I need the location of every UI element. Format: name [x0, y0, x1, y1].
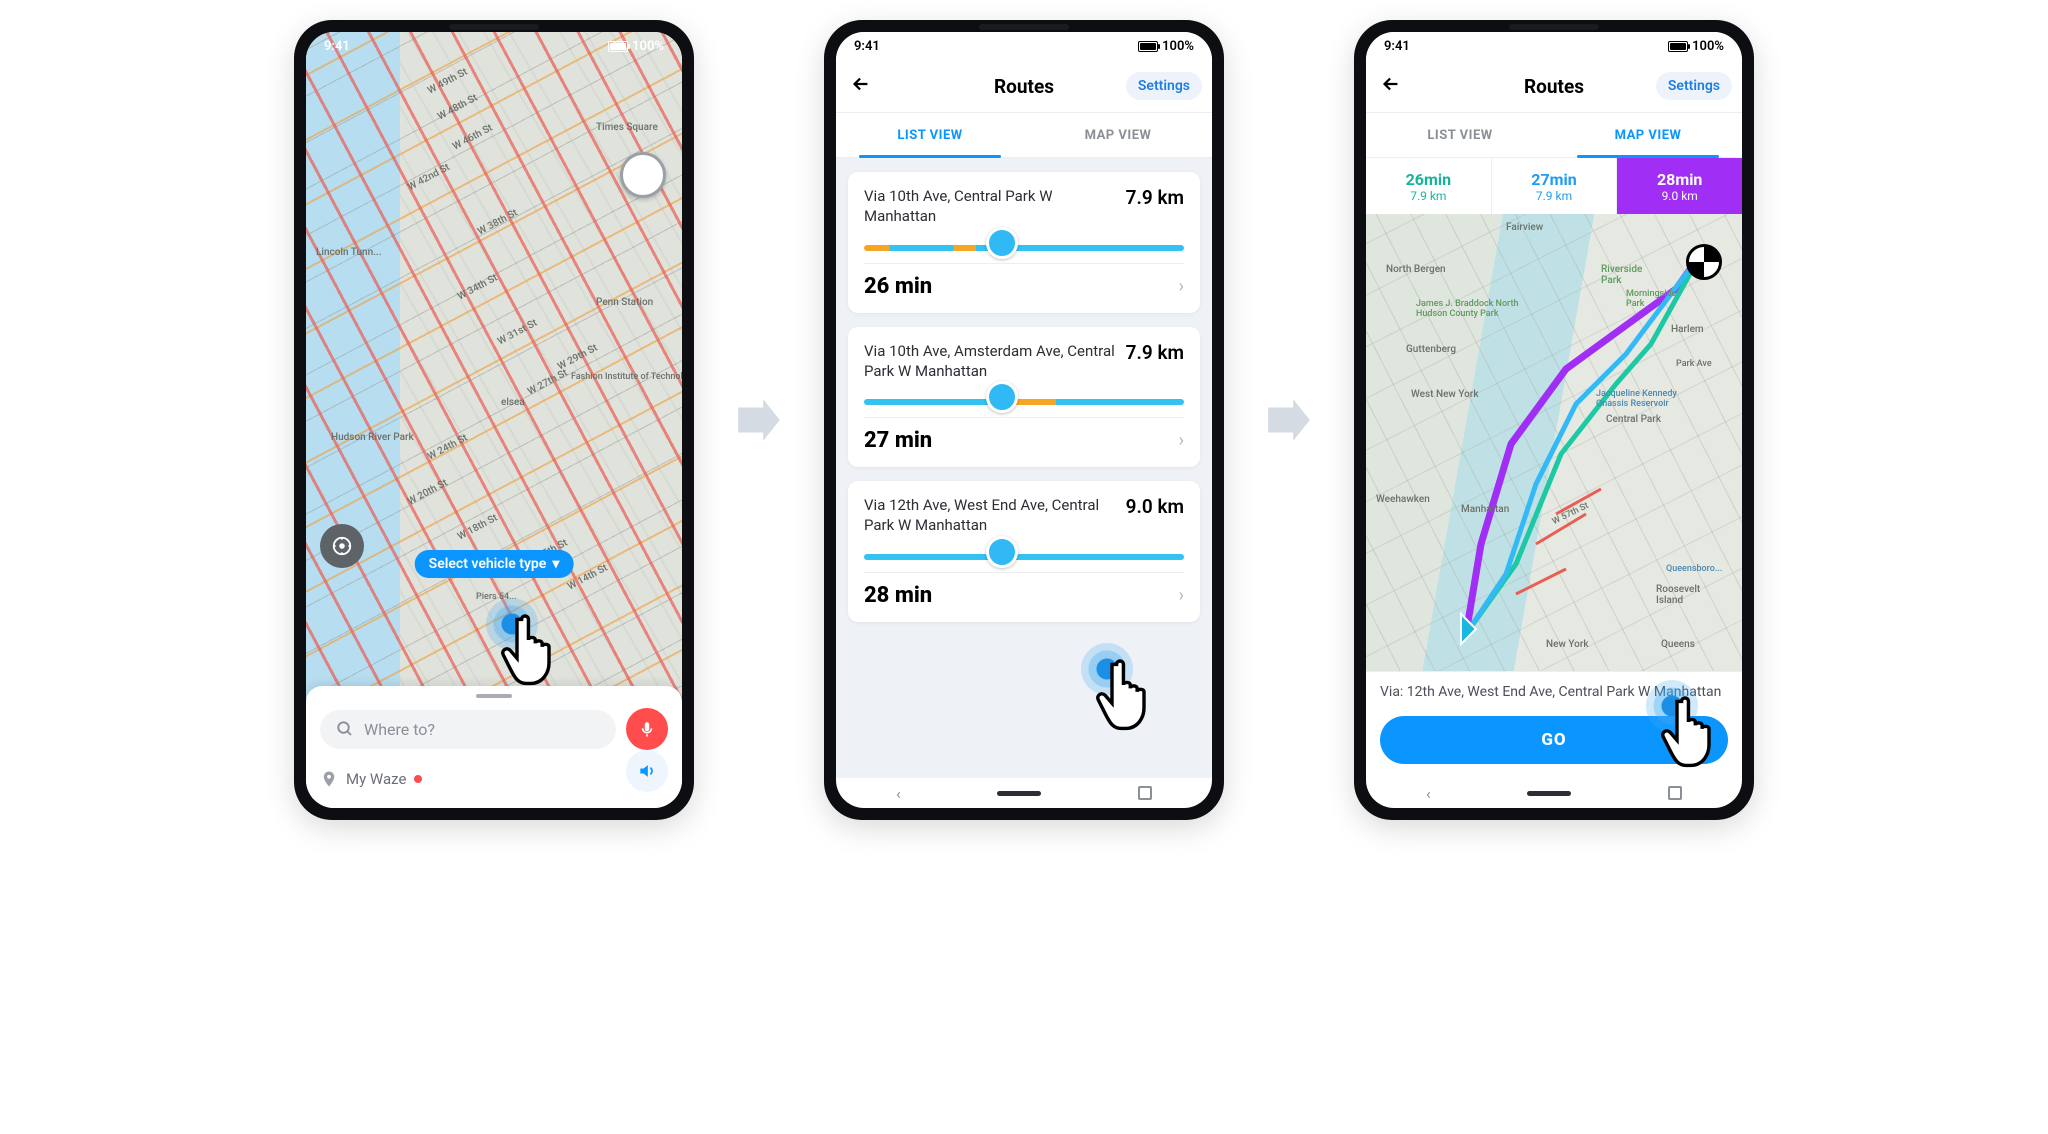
battery-icon: [1138, 41, 1158, 52]
status-bar: 9:41 100%: [306, 32, 682, 60]
route-time: 26 min: [864, 274, 932, 299]
tab-map-view[interactable]: MAP VIEW: [1024, 113, 1212, 157]
android-nav-bar: ‹: [1366, 778, 1742, 808]
route-card[interactable]: Via 10th Ave, Central Park W Manhattan 7…: [848, 172, 1200, 313]
route-distance: 9.0 km: [1126, 495, 1184, 536]
settings-button[interactable]: Settings: [1126, 72, 1202, 100]
pin-icon: [320, 770, 338, 788]
route-time: 27 min: [864, 428, 932, 453]
sound-icon: [637, 761, 657, 781]
drag-handle[interactable]: [476, 694, 512, 698]
nav-home-icon[interactable]: [997, 791, 1041, 796]
select-vehicle-chip[interactable]: Select vehicle type ▾: [415, 550, 574, 578]
police-icon: [986, 536, 1018, 568]
status-time: 9:41: [854, 39, 880, 54]
status-time: 9:41: [1384, 39, 1410, 54]
phone-frame-1: 9:41 100% W 49th St W 48th St W 46th St …: [294, 20, 694, 820]
battery-icon: [608, 41, 628, 52]
flow-arrow-icon: [1264, 385, 1314, 455]
tab-map-view[interactable]: MAP VIEW: [1554, 113, 1742, 157]
traffic-bar: [864, 245, 1184, 251]
status-bar: 9:41 100%: [1366, 32, 1742, 60]
map-view[interactable]: North Bergen Guttenberg West New York We…: [1366, 214, 1742, 671]
route-distance: 7.9 km: [1126, 186, 1184, 227]
route-via: Via 12th Ave, West End Ave, Central Park…: [864, 495, 1116, 536]
police-icon: [986, 227, 1018, 259]
settings-button[interactable]: Settings: [1656, 72, 1732, 100]
route-via-label: Via: 12th Ave, West End Ave, Central Par…: [1366, 671, 1742, 712]
traffic-bar: [864, 554, 1184, 560]
tabs: LIST VIEW MAP VIEW: [1366, 113, 1742, 158]
arrow-left-icon: [1380, 73, 1402, 95]
route-distance: 7.9 km: [1126, 341, 1184, 382]
phone-frame-3: 9:41 100% Routes Settings LIST VIEW MAP …: [1354, 20, 1754, 820]
bottom-sheet[interactable]: Where to? My Waze: [306, 686, 682, 808]
status-time: 9:41: [324, 39, 350, 54]
chevron-right-icon: ›: [1179, 276, 1184, 297]
battery-icon: [1668, 41, 1688, 52]
nav-back-icon[interactable]: ‹: [1426, 784, 1431, 803]
search-icon: [336, 720, 354, 738]
route-time: 28 min: [864, 583, 932, 608]
tab-list-view[interactable]: LIST VIEW: [836, 113, 1024, 157]
route-options: 26min 7.9 km 27min 7.9 km 28min 9.0 km: [1366, 158, 1742, 214]
notification-dot: [414, 775, 422, 783]
destination-flag-icon: [1686, 244, 1722, 280]
route-via: Via 10th Ave, Central Park W Manhattan: [864, 186, 1116, 227]
status-battery: 100%: [1692, 39, 1724, 54]
sound-button[interactable]: [626, 750, 668, 792]
route-card[interactable]: Via 12th Ave, West End Ave, Central Park…: [848, 481, 1200, 622]
search-input[interactable]: Where to?: [320, 710, 616, 749]
route-option-3-selected[interactable]: 28min 9.0 km: [1617, 158, 1742, 214]
arrow-left-icon: [850, 73, 872, 95]
chevron-right-icon: ›: [1179, 430, 1184, 451]
go-button[interactable]: GO: [1380, 716, 1728, 764]
map-view[interactable]: W 49th St W 48th St W 46th St W 42nd St …: [306, 32, 682, 778]
my-waze-button[interactable]: My Waze: [320, 770, 422, 788]
back-button[interactable]: [1380, 73, 1402, 100]
chevron-down-icon: ▾: [552, 556, 559, 572]
back-button[interactable]: [850, 73, 872, 100]
nav-recents-icon[interactable]: [1668, 786, 1682, 800]
nav-back-icon[interactable]: ‹: [896, 784, 901, 803]
route-option-2[interactable]: 27min 7.9 km: [1492, 158, 1618, 214]
page-title: Routes: [1524, 75, 1584, 98]
voice-search-button[interactable]: [626, 708, 668, 750]
compass-button[interactable]: [320, 524, 364, 568]
routes-list[interactable]: Via 10th Ave, Central Park W Manhattan 7…: [836, 158, 1212, 778]
nav-home-icon[interactable]: [1527, 791, 1571, 796]
flow-arrow-icon: [734, 385, 784, 455]
route-card[interactable]: Via 10th Ave, Amsterdam Ave, Central Par…: [848, 327, 1200, 468]
status-battery: 100%: [1162, 39, 1194, 54]
tab-list-view[interactable]: LIST VIEW: [1366, 113, 1554, 157]
page-title: Routes: [994, 75, 1054, 98]
header: Routes Settings: [1366, 60, 1742, 113]
header: Routes Settings: [836, 60, 1212, 113]
status-battery: 100%: [632, 39, 664, 54]
speedometer-icon[interactable]: [620, 152, 666, 198]
status-bar: 9:41 100%: [836, 32, 1212, 60]
police-icon: [986, 381, 1018, 413]
microphone-icon: [638, 720, 656, 738]
nav-recents-icon[interactable]: [1138, 786, 1152, 800]
chevron-right-icon: ›: [1179, 585, 1184, 606]
traffic-bar: [864, 399, 1184, 405]
phone-frame-2: 9:41 100% Routes Settings LIST VIEW MAP …: [824, 20, 1224, 820]
route-via: Via 10th Ave, Amsterdam Ave, Central Par…: [864, 341, 1116, 382]
android-nav-bar: ‹: [836, 778, 1212, 808]
route-option-1[interactable]: 26min 7.9 km: [1366, 158, 1492, 214]
tabs: LIST VIEW MAP VIEW: [836, 113, 1212, 158]
